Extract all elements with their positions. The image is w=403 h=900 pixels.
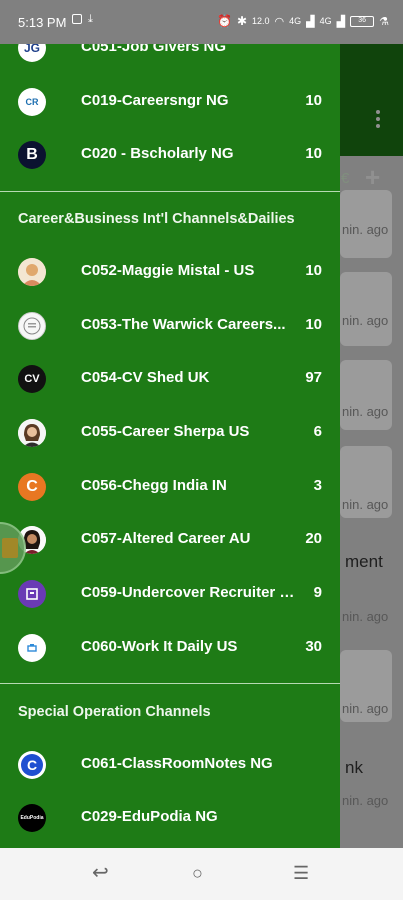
section-header-special: Special Operation Channels <box>18 704 211 720</box>
section-header-career: Career&Business Int'l Channels&Dailies <box>18 211 295 227</box>
drawer-item-label: C060-Work It Daily US <box>81 638 238 655</box>
drawer-item-count: 6 <box>313 423 322 440</box>
drawer-item-chegg[interactable]: C C056-Chegg India IN 3 <box>0 460 340 514</box>
drawer-item-classroomnotes[interactable]: C C061-ClassRoomNotes NG <box>0 738 340 792</box>
drawer-item-count: 3 <box>313 477 322 494</box>
drawer-item-count: 20 <box>305 530 322 547</box>
drawer-item-edupodia[interactable]: EduPodia C029-EduPodia NG <box>0 791 340 845</box>
undercover-logo-icon <box>18 580 46 608</box>
drawer-item-count: 10 <box>305 316 322 333</box>
navigation-drawer: JG C051-Job Givers NG CR C019-Careersngr… <box>0 44 340 848</box>
drawer-item-label: C051-Job Givers NG <box>81 44 227 55</box>
back-icon[interactable]: ↩ <box>92 862 109 884</box>
signal-icon-2: ▟ <box>336 15 346 28</box>
drawer-item-job-givers[interactable]: JG C051-Job Givers NG <box>0 44 340 75</box>
bluetooth-icon: ✱ <box>236 14 248 28</box>
drawer-item-label: C054-CV Shed UK <box>81 369 210 386</box>
network-type-2: 4G <box>319 16 332 26</box>
careersngr-logo-icon: CR <box>18 88 46 116</box>
work-it-daily-logo-icon <box>18 634 46 662</box>
drawer-item-warwick[interactable]: C053-The Warwick Careers... 10 <box>0 299 340 353</box>
drawer-item-count: 10 <box>305 262 322 279</box>
home-icon[interactable]: ○ <box>192 862 203 884</box>
job-givers-logo-icon: JG <box>18 44 46 62</box>
drawer-item-work-it-daily[interactable]: C060-Work It Daily US 30 <box>0 621 340 675</box>
drawer-item-cv-shed[interactable]: CV C054-CV Shed UK 97 <box>0 352 340 406</box>
network-type: 4G <box>289 16 302 26</box>
maggie-avatar-icon <box>18 258 46 286</box>
warwick-logo-icon <box>18 312 46 340</box>
drawer-item-label: C057-Altered Career AU <box>81 530 251 547</box>
drawer-item-label: C020 - Bscholarly NG <box>81 145 234 162</box>
drawer-item-altered-career[interactable]: C057-Altered Career AU 20 <box>0 513 340 567</box>
drawer-item-careersngr[interactable]: CR C019-Careersngr NG 10 <box>0 75 340 129</box>
message-icon <box>72 14 82 24</box>
drawer-item-label: C055-Career Sherpa US <box>81 423 250 440</box>
speed-indicator: 12.0 <box>252 16 270 26</box>
signal-icon: ▟ <box>306 15 315 28</box>
drawer-item-count: 97 <box>305 369 322 386</box>
drawer-item-label: C053-The Warwick Careers... <box>81 316 286 333</box>
drawer-item-maggie-mistal[interactable]: C052-Maggie Mistal - US 10 <box>0 245 340 299</box>
career-sherpa-avatar-icon <box>18 419 46 447</box>
chegg-logo-icon: C <box>18 473 46 501</box>
drawer-item-career-sherpa[interactable]: C055-Career Sherpa US 6 <box>0 406 340 460</box>
drawer-item-label: C029-EduPodia NG <box>81 808 218 825</box>
download-icon: ⤓ <box>88 13 93 25</box>
edupodia-logo-icon: EduPodia <box>18 804 46 832</box>
bubble-app-icon <box>2 538 18 558</box>
flask-icon: ⚗ <box>379 15 389 28</box>
wifi-icon: ◠ <box>274 15 285 28</box>
system-nav-bar: ↩ ○ ☰ <box>0 848 403 900</box>
notification-icons: ⤓ <box>72 13 93 25</box>
bscholarly-logo-icon: B <box>18 141 46 169</box>
status-time: 5:13 PM <box>18 15 67 30</box>
cv-shed-logo-icon: CV <box>18 365 46 393</box>
drawer-item-undercover-recruiter[interactable]: C059-Undercover Recruiter UK 9 <box>0 567 340 621</box>
recents-icon[interactable]: ☰ <box>293 862 309 884</box>
system-icons: ⏰ ✱ 12.0 ◠ 4G ▟ 4G ▟ 36 ⚗ <box>217 14 389 28</box>
status-bar: 5:13 PM ⤓ ⏰ ✱ 12.0 ◠ 4G ▟ 4G ▟ 36 ⚗ <box>0 0 403 44</box>
drawer-item-label: C019-Careersngr NG <box>81 92 229 109</box>
classroomnotes-logo-icon: C <box>18 751 46 779</box>
drawer-item-count: 10 <box>305 92 322 109</box>
drawer-item-label: C059-Undercover Recruiter UK <box>81 584 296 601</box>
drawer-item-label: C056-Chegg India IN <box>81 477 227 494</box>
drawer-item-label: C061-ClassRoomNotes NG <box>81 755 273 772</box>
drawer-item-label: C052-Maggie Mistal - US <box>81 262 255 279</box>
drawer-item-count: 30 <box>305 638 322 655</box>
section-divider <box>0 683 340 684</box>
drawer-item-count: 9 <box>313 584 322 601</box>
battery-icon: 36 <box>350 15 375 27</box>
drawer-item-bscholarly[interactable]: B C020 - Bscholarly NG 10 <box>0 128 340 182</box>
alarm-icon: ⏰ <box>217 14 232 28</box>
section-divider <box>0 191 340 192</box>
drawer-item-count: 10 <box>305 145 322 162</box>
classroomnotes-letter: C <box>21 754 43 776</box>
